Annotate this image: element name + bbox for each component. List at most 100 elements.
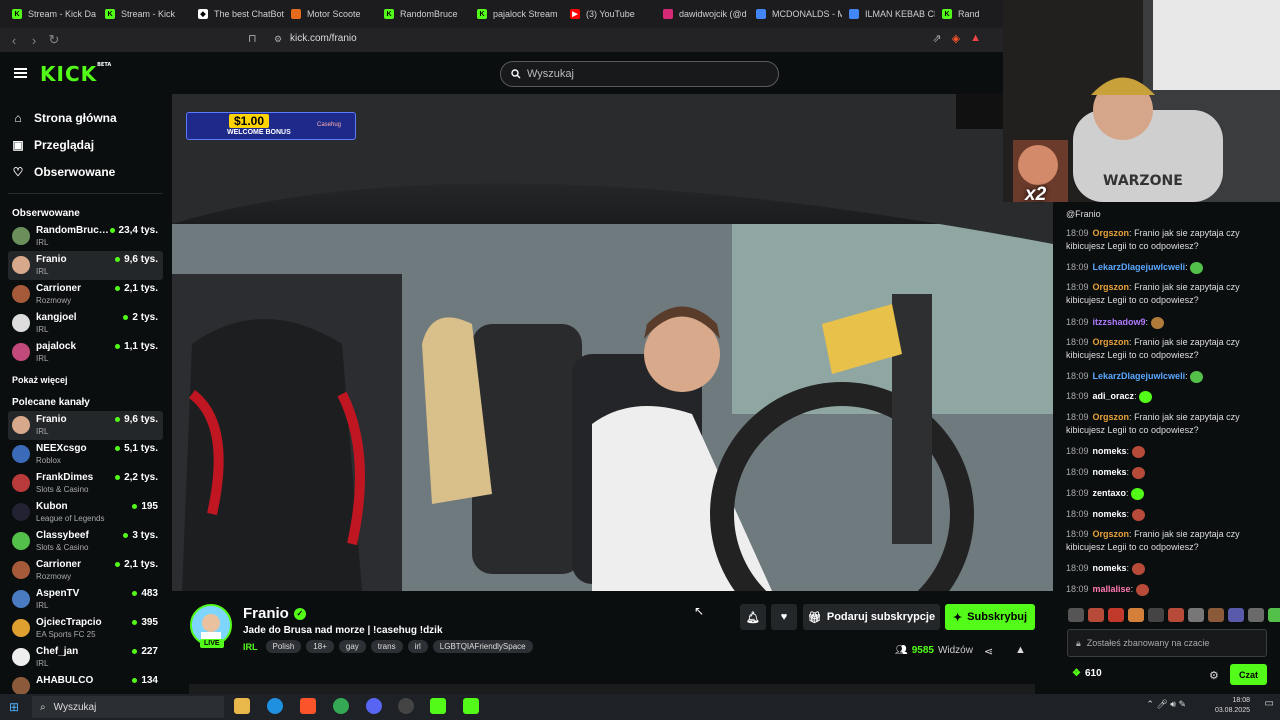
channel-item[interactable]: NEEXcsgo Roblox 5,1 tys.	[8, 440, 163, 469]
back-icon[interactable]: ‹	[4, 30, 24, 50]
chat-username[interactable]: nomeks	[1093, 509, 1127, 519]
emote-option[interactable]	[1268, 608, 1280, 622]
channel-item[interactable]: Franio IRL 9,6 tys.	[8, 411, 163, 440]
video-player[interactable]	[172, 94, 1053, 591]
browser-tab[interactable]: dawidwojcik (@d	[657, 3, 749, 25]
emote-option[interactable]	[1108, 608, 1124, 622]
channel-item[interactable]: AHABULCO 134	[8, 672, 163, 694]
gift-sub-button[interactable]: 🎁︎ Podaruj subskrypcje	[803, 604, 940, 630]
chat-username[interactable]: Orgszon	[1093, 337, 1130, 347]
browser-tab[interactable]: ILMAN KEBAB CH	[843, 3, 935, 25]
discord-icon[interactable]	[366, 698, 382, 714]
forward-icon[interactable]: ›	[24, 30, 44, 50]
channel-points[interactable]: ❖ 610	[1072, 668, 1102, 679]
url-field[interactable]: kick.com/franio	[290, 33, 357, 44]
tag[interactable]: Polish	[265, 640, 302, 653]
browser-tab[interactable]: ◆ The best ChatBot	[192, 3, 284, 25]
chat-username[interactable]: adi_oracz	[1093, 391, 1135, 401]
browser-tab[interactable]: Motor Scoote	[285, 3, 377, 25]
chat-input[interactable]: 🔒︎ Zostałeś zbanowany na czacie	[1067, 629, 1267, 657]
browser-tab[interactable]: K RandomBruce	[378, 3, 470, 25]
tray-icons[interactable]: ⌃ 🎤︎ 🔊︎ ✎	[1126, 699, 1186, 709]
emote-option[interactable]	[1128, 608, 1144, 622]
tag[interactable]: trans	[370, 640, 403, 653]
bookmark-icon[interactable]: ⊓	[248, 32, 257, 45]
streamer-name[interactable]: Franio ✓	[243, 605, 306, 622]
emote-option[interactable]	[1208, 608, 1224, 622]
show-more-link[interactable]: Pokaż więcej	[0, 367, 172, 393]
channel-item[interactable]: OjciecTrapcio EA Sports FC 25 395	[8, 614, 163, 643]
tag[interactable]: gay	[338, 640, 366, 653]
channel-item[interactable]: FrankDimes Slots & Casino 2,2 tys.	[8, 469, 163, 498]
kick-app-icon[interactable]	[430, 698, 446, 714]
windows-start-icon[interactable]: ⊞	[9, 700, 19, 714]
share-icon[interactable]: ⋖	[984, 645, 993, 658]
nav-browse[interactable]: ▣ Przeglądaj	[12, 131, 172, 158]
chat-username[interactable]: LekarzDlagejuwlcweli	[1093, 262, 1186, 272]
channel-item[interactable]: Kubon League of Legends 195	[8, 498, 163, 527]
emote-option[interactable]	[1068, 608, 1084, 622]
chat-username[interactable]: LekarzDlagejuwlcweli	[1093, 371, 1186, 381]
chat-send-button[interactable]: Czat	[1230, 664, 1267, 685]
emote-option[interactable]	[1188, 608, 1204, 622]
tag[interactable]: irl	[407, 640, 428, 653]
taskbar-search[interactable]: ⌕ Wyszukaj	[32, 696, 224, 718]
chat-username[interactable]: itzzshadow9	[1093, 317, 1146, 327]
chat-username[interactable]: mallalise	[1093, 584, 1131, 594]
brave-shield-icon[interactable]: ◈	[952, 32, 960, 45]
emote-option[interactable]	[1248, 608, 1264, 622]
brave-icon[interactable]	[300, 698, 316, 714]
report-icon[interactable]: ▲	[1015, 644, 1026, 656]
tag[interactable]: LGBTQIAFriendlySpace	[432, 640, 533, 653]
chat-username[interactable]: Orgszon	[1093, 282, 1130, 292]
clock[interactable]: 18:08 03.08.2025	[1210, 696, 1250, 716]
chat-username[interactable]: nomeks	[1093, 563, 1127, 573]
browser-tab[interactable]: ▶ (3) YouTube	[564, 3, 656, 25]
browser-tab[interactable]: Kpajalock Stream	[471, 3, 563, 25]
search-input[interactable]	[527, 68, 767, 80]
chat-username[interactable]: nomeks	[1093, 467, 1127, 477]
channel-item[interactable]: Chef_jan IRL 227	[8, 643, 163, 672]
emote-option[interactable]	[1088, 608, 1104, 622]
emote-option[interactable]	[1148, 608, 1164, 622]
subscribe-button[interactable]: ✦ Subskrybuj	[945, 604, 1035, 630]
follow-button[interactable]: ♥	[771, 604, 797, 630]
browser-tab[interactable]: K Stream - Kick	[99, 3, 191, 25]
chat-username[interactable]: Orgszon	[1093, 228, 1130, 238]
nav-home[interactable]: ⌂ Strona główna	[12, 104, 172, 131]
reload-icon[interactable]: ↻	[44, 30, 64, 50]
kick-app-icon[interactable]	[463, 698, 479, 714]
channel-item[interactable]: pajalock IRL 1,1 tys.	[8, 338, 163, 367]
channel-item[interactable]: kangjoel IRL 2 tys.	[8, 309, 163, 338]
file-explorer-icon[interactable]	[234, 698, 250, 714]
emote-option[interactable]	[1168, 608, 1184, 622]
chat-username[interactable]: Orgszon	[1093, 412, 1130, 422]
channel-item[interactable]: Carrioner Rozmowy 2,1 tys.	[8, 556, 163, 585]
nav-following[interactable]: ♡ Obserwowane	[12, 158, 172, 185]
notification-button[interactable]: 🔔︎	[740, 604, 766, 630]
chat-username[interactable]: zentaxo	[1093, 488, 1127, 498]
kick-logo[interactable]: KICKBETA	[40, 62, 111, 86]
share-icon[interactable]: ⇗	[932, 32, 941, 45]
edge-icon[interactable]	[267, 698, 283, 714]
chat-username[interactable]: nomeks	[1093, 446, 1127, 456]
search-box[interactable]	[500, 61, 779, 87]
channel-item[interactable]: Carrioner Rozmowy 2,1 tys.	[8, 280, 163, 309]
browser-tab[interactable]: K Stream - Kick Da	[6, 3, 98, 25]
browser-tab[interactable]: MCDONALDS - M	[750, 3, 842, 25]
gear-icon[interactable]: ⚙	[1209, 669, 1219, 682]
channel-item[interactable]: Franio IRL 9,6 tys.	[8, 251, 163, 280]
tag[interactable]: 18+	[306, 640, 334, 653]
browser-tab[interactable]: K Rand	[936, 3, 1003, 25]
category-link[interactable]: IRL	[243, 642, 258, 652]
obs-icon[interactable]	[398, 698, 414, 714]
channel-item[interactable]: AspenTV IRL 483	[8, 585, 163, 614]
site-info-icon[interactable]: ⚙	[274, 34, 282, 45]
chat-username[interactable]: Orgszon	[1093, 529, 1130, 539]
channel-item[interactable]: Classybeef Slots & Casino 3 tys.	[8, 527, 163, 556]
chrome-icon[interactable]	[333, 698, 349, 714]
channel-item[interactable]: RandomBruce... IRL 23,4 tys.	[8, 222, 163, 251]
menu-icon[interactable]	[14, 68, 27, 78]
notification-icon[interactable]: ▭	[1265, 699, 1274, 709]
brave-rewards-icon[interactable]: ▲	[970, 32, 981, 45]
